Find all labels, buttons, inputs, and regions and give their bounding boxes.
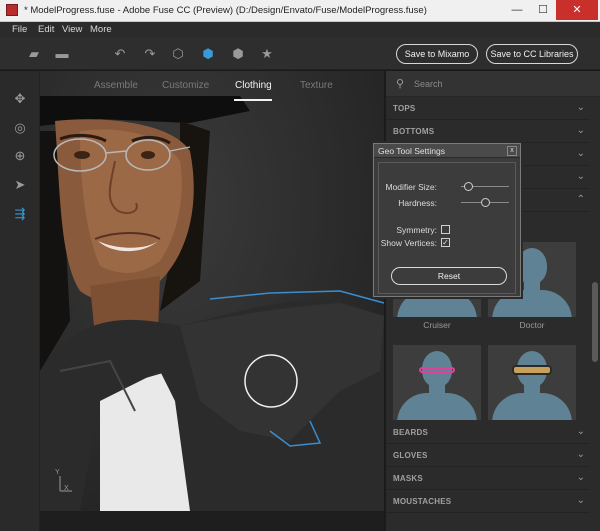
axis-x-label: X: [64, 485, 69, 492]
chevron-down-icon: ⌄: [576, 171, 585, 182]
axis-y-label: Y: [55, 469, 60, 476]
menu-bar: File Edit View More: [0, 22, 600, 38]
show-vertices-label: Show Vertices:: [380, 238, 437, 248]
chevron-down-icon: ⌄: [576, 472, 585, 483]
app-logo-icon: [6, 4, 18, 16]
reset-button[interactable]: Reset: [391, 267, 507, 285]
open-folder-icon[interactable]: ▬: [54, 46, 70, 62]
import-icon[interactable]: ▰: [26, 46, 42, 62]
thumbnail-label: Cruiser: [423, 320, 451, 330]
tab-assemble[interactable]: Assemble: [94, 80, 138, 91]
geo-tool-settings-dialog: Geo Tool Settings x Modifier Size: Hardn…: [373, 143, 521, 297]
category-masks[interactable]: MASKS ⌄: [386, 468, 591, 490]
pink-glasses-icon: [419, 367, 455, 373]
chevron-down-icon: ⌄: [576, 449, 585, 460]
panel-scrollbar[interactable]: [590, 97, 600, 531]
menu-edit[interactable]: Edit: [38, 24, 54, 35]
dialog-title: Geo Tool Settings: [378, 146, 445, 156]
symmetry-label: Symmetry:: [396, 225, 437, 235]
character-render: [40, 96, 384, 511]
mode-tabs: Assemble Customize Clothing Texture: [40, 71, 384, 101]
hardness-label: Hardness:: [398, 198, 437, 208]
active-tab-indicator: [234, 99, 272, 101]
scrollbar-thumb[interactable]: [592, 282, 598, 362]
modifier-size-label: Modifier Size:: [385, 182, 438, 192]
menu-file[interactable]: File: [12, 24, 27, 35]
chevron-down-icon: ⌄: [576, 495, 585, 506]
thumbnail-label: Doctor: [519, 320, 545, 330]
category-bottoms[interactable]: BOTTOMS ⌄: [386, 121, 591, 143]
thumbnail-glasses-pink[interactable]: [393, 345, 481, 420]
search-bar: ⚲: [386, 71, 600, 97]
menu-view[interactable]: View: [62, 24, 82, 35]
redo-icon[interactable]: ↷: [142, 46, 158, 62]
camera-icon[interactable]: ◎: [12, 120, 28, 136]
cube-shaded-icon[interactable]: ⬢: [230, 46, 246, 62]
chevron-down-icon: ⌄: [576, 426, 585, 437]
category-moustaches[interactable]: MOUSTACHES ⌄: [386, 491, 591, 513]
undo-icon[interactable]: ↶: [112, 46, 128, 62]
3d-viewport[interactable]: Y X Assemble Customize Clothing Texture: [40, 71, 384, 511]
dialog-title-bar[interactable]: Geo Tool Settings x: [374, 144, 520, 158]
search-icon: ⚲: [396, 78, 405, 90]
category-beards[interactable]: BEARDS ⌄: [386, 422, 591, 444]
target-icon[interactable]: ⊕: [12, 148, 28, 164]
cube-outline-icon[interactable]: ⬡: [170, 46, 186, 62]
tab-clothing[interactable]: Clothing: [235, 80, 272, 91]
chevron-up-icon: ⌃: [576, 194, 585, 205]
symmetry-checkbox[interactable]: [441, 225, 450, 234]
dialog-close-button[interactable]: x: [507, 146, 517, 156]
dialog-body: Modifier Size: Hardness: Symmetry: Show …: [378, 162, 516, 294]
menu-more[interactable]: More: [90, 24, 112, 35]
move-icon[interactable]: ✥: [12, 91, 28, 107]
category-tops[interactable]: TOPS ⌄: [386, 98, 591, 120]
thumbnail-goggles[interactable]: [488, 345, 576, 420]
tab-texture[interactable]: Texture: [300, 80, 333, 91]
save-to-mixamo-button[interactable]: Save to Mixamo: [396, 44, 478, 64]
chevron-down-icon: ⌄: [576, 125, 585, 136]
minimize-button[interactable]: —: [504, 0, 530, 20]
status-bar: [40, 511, 384, 531]
modifier-size-slider[interactable]: [464, 182, 474, 191]
hardness-slider[interactable]: [481, 198, 490, 207]
save-to-cc-libraries-button[interactable]: Save to CC Libraries: [486, 44, 578, 64]
toolbar: ▰ ▬ ↶ ↷ ⬡ ⬢ ⬢ ★ Save to Mixamo Save to C…: [0, 38, 600, 70]
category-gloves[interactable]: GLOVES ⌄: [386, 445, 591, 467]
maximize-button[interactable]: ☐: [530, 0, 556, 20]
title-bar: * ModelProgress.fuse - Adobe Fuse CC (Pr…: [0, 0, 600, 22]
cube-solid-icon[interactable]: ⬢: [200, 46, 216, 62]
geo-tool-icon[interactable]: ⇶: [12, 206, 28, 222]
chevron-down-icon: ⌄: [576, 148, 585, 159]
asset-panel: ⚲ TOPS ⌄ BOTTOMS ⌄ ⌄ ⌄ ⌃ Cruiser Doctor: [385, 71, 600, 531]
window-title: * ModelProgress.fuse - Adobe Fuse CC (Pr…: [24, 5, 427, 16]
close-button[interactable]: ✕: [556, 0, 598, 20]
goggles-icon: [512, 365, 552, 375]
left-toolbar: ✥ ◎ ⊕ ➤ ⇶: [0, 71, 40, 531]
show-vertices-checkbox[interactable]: ✓: [441, 238, 450, 247]
chevron-down-icon: ⌄: [576, 102, 585, 113]
tab-customize[interactable]: Customize: [162, 80, 209, 91]
search-input[interactable]: [414, 76, 584, 92]
pointer-icon[interactable]: ➤: [12, 177, 28, 193]
star-icon[interactable]: ★: [259, 46, 275, 62]
